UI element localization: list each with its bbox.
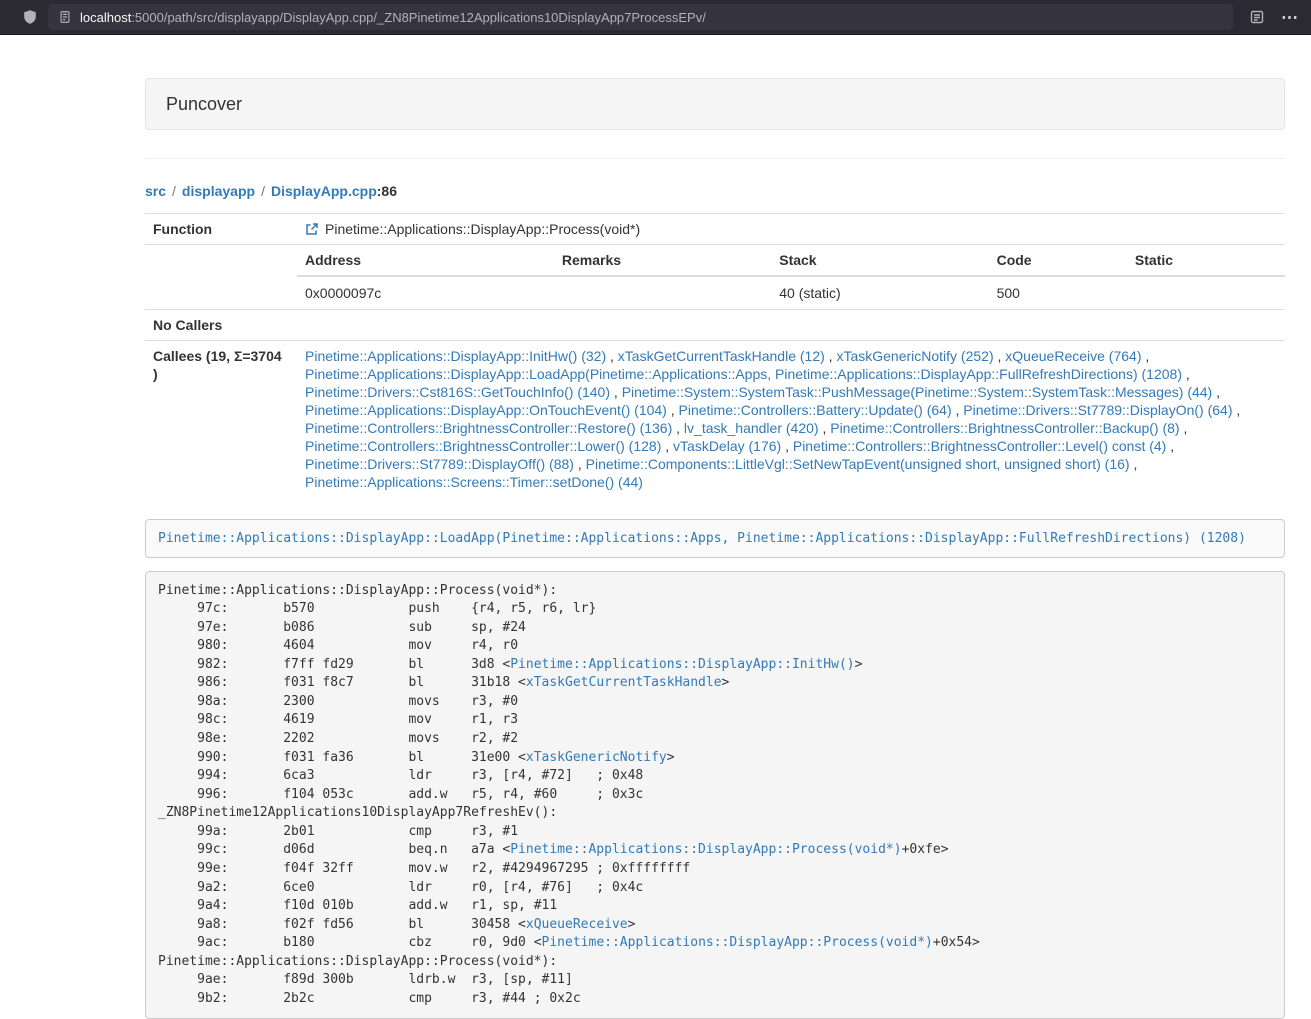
column-stack: Stack [771,245,988,276]
stat-remarks [554,276,771,309]
stat-static [1127,276,1285,309]
url-path: :5000/path/src/displayapp/DisplayApp.cpp… [131,10,706,25]
url-text: localhost:5000/path/src/displayapp/Displ… [80,10,706,25]
callee-link[interactable]: vTaskDelay (176) [673,438,781,454]
column-code: Code [989,245,1127,276]
browser-toolbar: localhost:5000/path/src/displayapp/Displ… [0,0,1311,35]
selected-symbol-link[interactable]: Pinetime::Applications::DisplayApp::Load… [158,531,1246,546]
selected-symbol-box: Pinetime::Applications::DisplayApp::Load… [145,519,1285,558]
callee-link[interactable]: Pinetime::Drivers::St7789::DisplayOff() … [305,456,574,472]
assembly-symbol-link[interactable]: xTaskGetCurrentTaskHandle [526,675,722,690]
callee-link[interactable]: Pinetime::Drivers::Cst816S::GetTouchInfo… [305,384,610,400]
function-label: Function [145,214,297,245]
stats-row: Address Remarks Stack Code Static 0x0000… [145,245,1285,310]
callee-link[interactable]: Pinetime::Controllers::Battery::Update()… [679,402,952,418]
callee-link[interactable]: xTaskGenericNotify (252) [836,348,993,364]
breadcrumb-item-file[interactable]: DisplayApp.cpp [271,183,377,199]
page-info-icon[interactable] [58,10,72,24]
stats-table: Address Remarks Stack Code Static 0x0000… [297,245,1285,309]
callee-link[interactable]: Pinetime::Controllers::BrightnessControl… [830,420,1179,436]
breadcrumb-item-src[interactable]: src [145,183,166,199]
assembly-symbol-link[interactable]: xQueueReceive [526,917,628,932]
stat-stack: 40 (static) [771,276,988,309]
overflow-menu-icon[interactable]: ⋯ [1281,9,1299,26]
callee-link[interactable]: Pinetime::Applications::DisplayApp::Init… [305,348,606,364]
page-title: Puncover [166,93,1264,115]
assembly-symbol-link[interactable]: xTaskGenericNotify [526,750,667,765]
callee-link[interactable]: Pinetime::Controllers::BrightnessControl… [305,420,672,436]
stats-values-row: 0x0000097c 40 (static) 500 [297,276,1285,309]
column-static: Static [1127,245,1285,276]
assembly-symbol-link[interactable]: Pinetime::Applications::DisplayApp::Init… [510,657,854,672]
column-address: Address [297,245,554,276]
breadcrumb-item-displayapp[interactable]: displayapp [182,183,255,199]
callee-link[interactable]: Pinetime::Controllers::BrightnessControl… [305,438,661,454]
column-remarks: Remarks [554,245,771,276]
stat-code: 500 [989,276,1127,309]
function-name: Pinetime::Applications::DisplayApp::Proc… [325,221,640,237]
callee-link[interactable]: Pinetime::Drivers::St7789::DisplayOn() (… [963,402,1232,418]
url-host: localhost [80,10,131,25]
function-row: Function Pinetime::Applications::Display… [145,214,1285,245]
breadcrumb-separator: / [261,183,265,199]
url-bar[interactable]: localhost:5000/path/src/displayapp/Displ… [48,4,1233,30]
callee-link[interactable]: Pinetime::Controllers::BrightnessControl… [793,438,1166,454]
assembly-symbol-link[interactable]: Pinetime::Applications::DisplayApp::Proc… [542,935,933,950]
stat-address: 0x0000097c [297,276,554,309]
function-detail-table: Function Pinetime::Applications::Display… [145,213,1285,497]
callee-link[interactable]: Pinetime::Applications::Screens::Timer::… [305,474,643,490]
no-callers-label: No Callers [145,310,297,341]
puncover-header-panel: Puncover [145,78,1285,130]
callees-row: Callees (19, Σ=3704 ) Pinetime::Applicat… [145,341,1285,498]
no-callers-row: No Callers [145,310,1285,341]
divider [145,158,1285,159]
callee-link[interactable]: lv_task_handler (420) [684,420,819,436]
reader-mode-icon[interactable] [1249,9,1265,25]
callee-link[interactable]: Pinetime::Applications::DisplayApp::OnTo… [305,402,667,418]
callee-link[interactable]: Pinetime::Components::LittleVgl::SetNewT… [586,456,1130,472]
page-content: Puncover src / displayapp / DisplayApp.cpp:8… [145,78,1285,1019]
callee-link[interactable]: xTaskGetCurrentTaskHandle (12) [618,348,825,364]
breadcrumb-line-number: :86 [377,183,397,199]
stats-row-spacer [145,245,297,310]
callee-link[interactable]: xQueueReceive (764) [1005,348,1141,364]
assembly-block: Pinetime::Applications::DisplayApp::Proc… [145,571,1285,1019]
tracking-protection-shield-icon[interactable] [22,9,38,25]
function-symbol-icon [305,222,319,236]
callee-link[interactable]: Pinetime::System::SystemTask::PushMessag… [622,384,1213,400]
assembly-symbol-link[interactable]: Pinetime::Applications::DisplayApp::Proc… [510,842,901,857]
callees-list: Pinetime::Applications::DisplayApp::Init… [297,341,1285,498]
breadcrumb-separator: / [172,183,176,199]
callee-link[interactable]: Pinetime::Applications::DisplayApp::Load… [305,366,1182,382]
breadcrumb: src / displayapp / DisplayApp.cpp:86 [145,183,1285,199]
callees-label: Callees (19, Σ=3704 ) [145,341,297,498]
stats-header-row: Address Remarks Stack Code Static [297,245,1285,276]
